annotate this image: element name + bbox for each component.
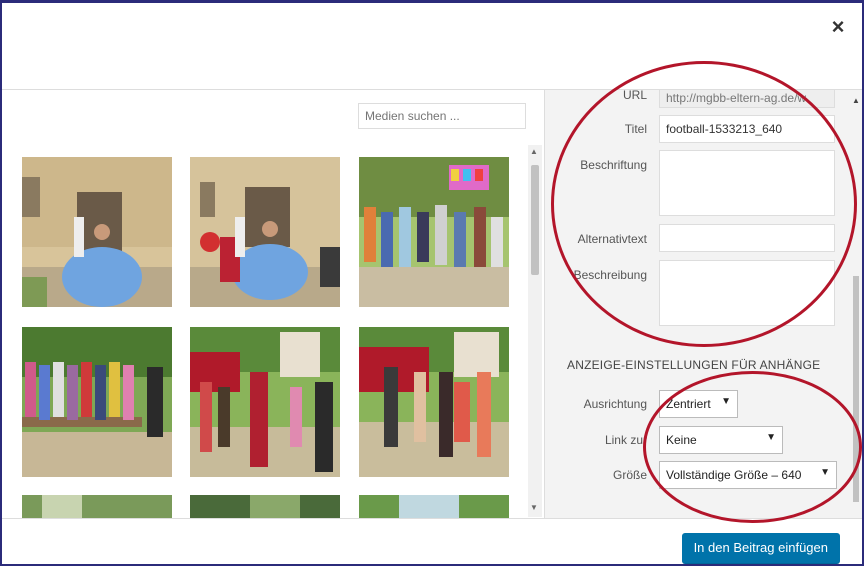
attachment-thumbnail[interactable]: [359, 495, 509, 518]
library-scrollbar[interactable]: ▲ ▼: [528, 145, 542, 517]
caption-label: Beschriftung: [580, 158, 647, 172]
dialog-footer: In den Beitrag einfügen: [2, 518, 862, 564]
attachment-thumbnail[interactable]: [190, 327, 340, 477]
attachment-thumbnail[interactable]: [190, 157, 340, 307]
attachment-thumbnail[interactable]: [359, 327, 509, 477]
link-label: Link zur: [604, 433, 647, 447]
display-settings-heading: ANZEIGE-EINSTELLUNGEN FÜR ANHÄNGE: [567, 358, 821, 372]
description-label: Beschreibung: [573, 268, 647, 282]
alt-text-field[interactable]: [659, 224, 835, 252]
media-dialog: × Medien suchen ... ▲ ▼ URL http://mgbb-…: [0, 0, 864, 566]
description-field[interactable]: [659, 260, 835, 326]
dialog-header: ×: [2, 3, 862, 90]
chevron-down-icon: ▼: [766, 432, 776, 443]
attachment-thumbnail[interactable]: [359, 157, 509, 307]
alignment-select[interactable]: Zentriert ▼: [659, 390, 738, 418]
url-label: URL: [622, 90, 647, 102]
attachment-thumbnail[interactable]: [22, 157, 172, 307]
attachment-details: URL http://mgbb-eltern-ag.de/w Titel foo…: [544, 90, 862, 518]
size-label: Größe: [612, 468, 647, 482]
caption-field[interactable]: [659, 150, 835, 216]
chevron-down-icon: ▼: [820, 467, 830, 478]
title-field[interactable]: football-1533213_640: [659, 115, 835, 143]
scroll-up-icon[interactable]: ▲: [852, 96, 860, 105]
attachment-thumbnail[interactable]: [22, 495, 172, 518]
chevron-down-icon: ▼: [721, 396, 731, 407]
link-value: Keine: [666, 433, 697, 447]
url-field[interactable]: http://mgbb-eltern-ag.de/w: [659, 90, 835, 108]
scroll-up-icon[interactable]: ▲: [530, 147, 538, 156]
close-icon[interactable]: ×: [826, 15, 850, 39]
insert-into-post-button[interactable]: In den Beitrag einfügen: [681, 533, 840, 563]
details-scrollbar[interactable]: ▲: [851, 90, 861, 518]
attachment-thumbnail[interactable]: [22, 327, 172, 477]
alignment-value: Zentriert: [666, 397, 711, 411]
attachment-thumbnail[interactable]: [190, 495, 340, 518]
media-library: ▲ ▼: [2, 90, 544, 518]
scroll-down-icon[interactable]: ▼: [530, 503, 538, 512]
size-value: Vollständige Größe – 640: [666, 468, 802, 482]
scrollbar-thumb[interactable]: [531, 165, 539, 275]
link-select[interactable]: Keine ▼: [659, 426, 783, 454]
size-select[interactable]: Vollständige Größe – 640 ▼: [659, 461, 837, 489]
alignment-label: Ausrichtung: [583, 397, 647, 411]
title-label: Titel: [624, 122, 647, 136]
alt-text-label: Alternativtext: [577, 232, 647, 246]
search-input[interactable]: [358, 103, 526, 129]
scrollbar-thumb[interactable]: [853, 276, 859, 502]
